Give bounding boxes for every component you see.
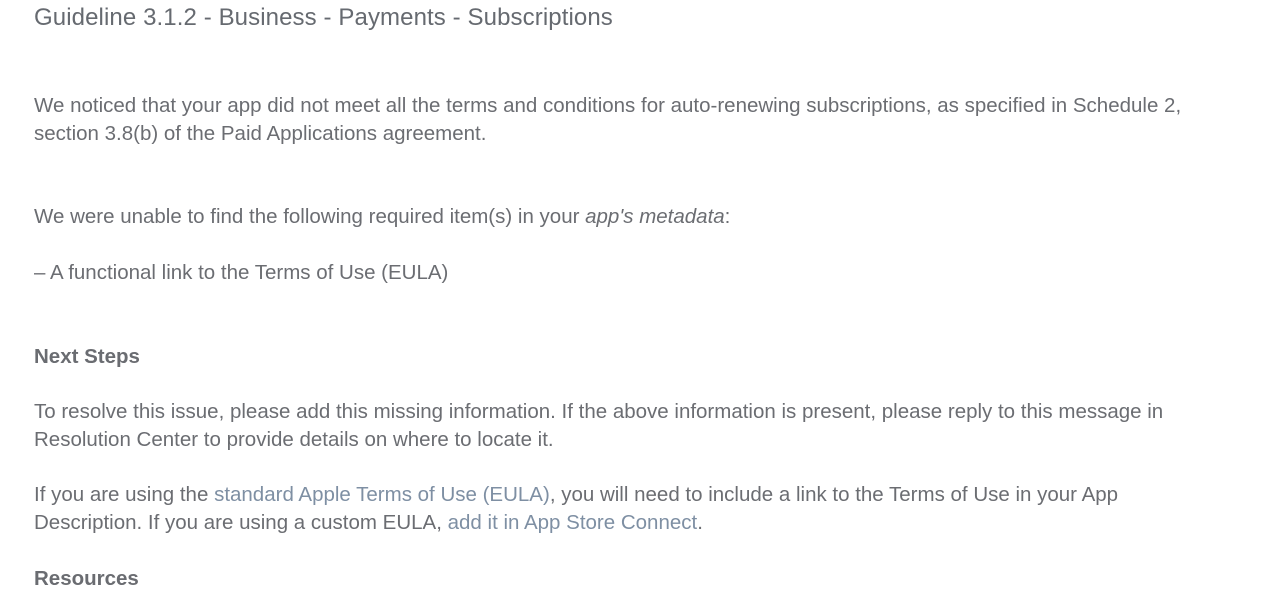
standard-eula-link[interactable]: standard Apple Terms of Use (EULA): [214, 483, 550, 506]
app-store-connect-link[interactable]: add it in App Store Connect: [448, 511, 698, 534]
resolution-instructions: To resolve this issue, please add this m…: [34, 400, 1164, 451]
next-steps-heading: Next Steps: [34, 345, 140, 368]
resources-heading: Resources: [34, 567, 139, 590]
guideline-title: Guideline 3.1.2 - Business - Payments - …: [34, 4, 613, 31]
eula-text-3: .: [697, 511, 703, 534]
required-item: – A functional link to the Terms of Use …: [34, 261, 449, 284]
issue-description: We noticed that your app did not meet al…: [34, 94, 1182, 145]
missing-items-intro-text: We were unable to find the following req…: [34, 205, 586, 228]
eula-instructions: If you are using the standard Apple Term…: [34, 481, 1214, 537]
missing-items-intro-colon: :: [724, 205, 731, 228]
missing-items-intro: We were unable to find the following req…: [34, 203, 1214, 231]
eula-text-1: If you are using the: [34, 483, 215, 506]
metadata-emphasis: app's metadata: [585, 205, 725, 228]
